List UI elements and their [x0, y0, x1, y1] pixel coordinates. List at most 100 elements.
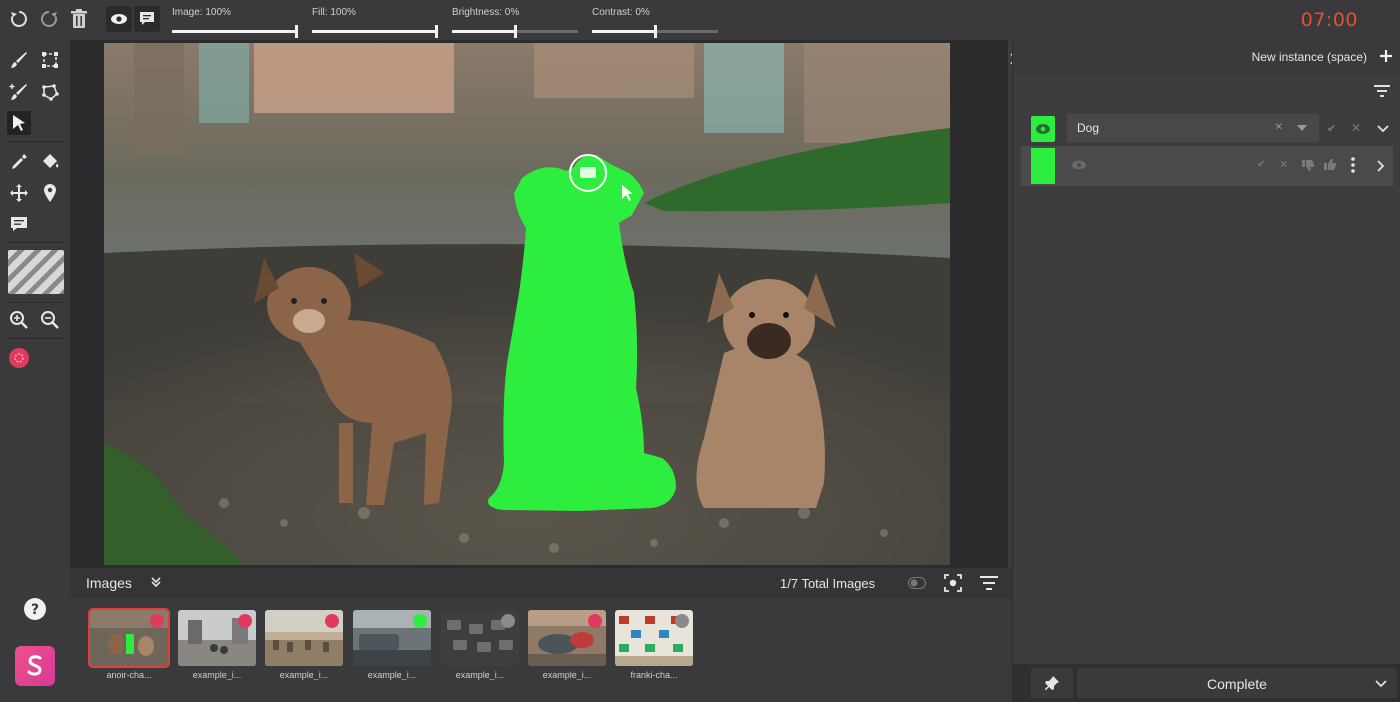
canvas-gutter	[950, 40, 1008, 568]
eyedropper-icon[interactable]	[7, 150, 31, 174]
toggle-icon[interactable]	[908, 577, 926, 589]
pending-badge-icon	[675, 614, 689, 628]
thumbnail-caption: franki-cha...	[630, 670, 678, 680]
thumbnail[interactable]	[178, 610, 256, 666]
pin-icon[interactable]	[38, 181, 62, 205]
top-toolbar: Image: 100% Fill: 100% Brightness: 0% Co…	[0, 0, 1400, 40]
rejected-badge-icon	[325, 614, 339, 628]
image-opacity-label: Image: 100%	[172, 7, 231, 18]
fill-opacity-slider[interactable]: Fill: 100%	[312, 4, 438, 38]
polygon-icon[interactable]	[38, 48, 62, 72]
filter-icon[interactable]	[1374, 84, 1390, 98]
app-logo	[15, 646, 55, 686]
expand-chevron-icon[interactable]	[1377, 125, 1389, 133]
image-opacity-slider[interactable]: Image: 100%	[172, 4, 298, 38]
slider-handle[interactable]	[654, 25, 657, 38]
class-row[interactable]: Dog ✕ ✔ ✕	[1021, 112, 1393, 146]
brightness-slider[interactable]: Brightness: 0%	[452, 4, 578, 38]
new-instance-button[interactable]: New instance (space)	[1252, 50, 1367, 64]
eye-icon[interactable]	[106, 6, 132, 32]
check-icon[interactable]: ✔	[1327, 122, 1336, 135]
brightness-label: Brightness: 0%	[452, 7, 520, 18]
instances-panel: New instance (space) Dog ✕ ✔ ✕ ✔ ✕ Compl…	[1012, 40, 1400, 702]
thumbs-down-icon[interactable]	[1301, 158, 1315, 172]
close-icon[interactable]: ✕	[1279, 158, 1288, 171]
images-title: Images	[86, 575, 132, 591]
thumbnail-caption: anoir-cha...	[106, 670, 152, 680]
bucket-icon[interactable]	[38, 150, 62, 174]
tool-sidebar: ?	[0, 40, 70, 702]
pattern-icon[interactable]	[8, 250, 64, 294]
chevron-down-icon[interactable]	[1375, 680, 1387, 688]
thumbs-up-icon[interactable]	[1323, 158, 1337, 172]
instances-header: New instance (space)	[1013, 40, 1400, 74]
complete-bar: Complete	[1013, 664, 1400, 702]
brush-icon[interactable]	[7, 48, 31, 72]
svg-text:?: ?	[31, 602, 39, 618]
slider-handle[interactable]	[435, 25, 438, 38]
record-icon[interactable]	[7, 346, 31, 370]
thumbnail[interactable]	[265, 610, 343, 666]
image-count: 1/7 Total Images	[780, 576, 876, 591]
thumbnail[interactable]	[88, 608, 170, 668]
polygon-plus-icon[interactable]	[38, 80, 62, 104]
thumbnail[interactable]	[353, 610, 431, 666]
filter-icon[interactable]	[980, 575, 998, 591]
divider	[6, 141, 64, 142]
more-options-icon[interactable]	[1351, 156, 1355, 174]
comment-icon[interactable]	[134, 6, 160, 32]
dogs-photo[interactable]	[104, 43, 950, 565]
images-panel: Images 1/7 Total Images anoir-cha... exa…	[70, 568, 1012, 702]
expand-chevron-icon[interactable]	[150, 576, 162, 588]
chevron-right-icon[interactable]	[1377, 160, 1385, 172]
rejected-badge-icon	[588, 614, 602, 628]
brush-plus-icon[interactable]	[7, 80, 31, 104]
divider	[6, 242, 64, 243]
contrast-slider[interactable]: Contrast: 0%	[592, 4, 718, 38]
trash-icon[interactable]	[66, 6, 92, 32]
rejected-badge-icon	[150, 614, 164, 628]
complete-label: Complete	[1207, 676, 1267, 692]
comment-tool-icon[interactable]	[7, 212, 31, 236]
thumbnail-caption: example_i...	[542, 670, 592, 680]
image-canvas[interactable]	[104, 43, 950, 565]
thumbnail-caption: example_i...	[279, 670, 329, 680]
thumbnail[interactable]	[615, 610, 693, 666]
contrast-label: Contrast: 0%	[592, 7, 650, 18]
slider-handle[interactable]	[295, 25, 298, 38]
class-select[interactable]: Dog ✕	[1067, 114, 1319, 142]
zoom-in-icon[interactable]	[7, 308, 31, 332]
divider	[6, 302, 64, 303]
slider-handle[interactable]	[514, 25, 517, 38]
eye-icon[interactable]	[1071, 160, 1087, 170]
zoom-out-icon[interactable]	[38, 308, 62, 332]
focus-icon[interactable]	[944, 574, 962, 592]
accepted-badge-icon	[413, 614, 427, 628]
images-panel-header: Images 1/7 Total Images	[70, 568, 1012, 598]
class-label: Dog	[1077, 121, 1100, 135]
thumbnail[interactable]	[528, 610, 606, 666]
check-icon[interactable]: ✔	[1257, 159, 1265, 170]
plus-icon[interactable]	[1379, 49, 1393, 63]
clear-icon[interactable]: ✕	[1275, 122, 1283, 133]
pin-button[interactable]	[1031, 668, 1073, 698]
close-icon[interactable]: ✕	[1351, 121, 1361, 135]
instance-row[interactable]: ✔ ✕	[1021, 146, 1393, 186]
move-icon[interactable]	[7, 181, 31, 205]
timer: 07:00	[1300, 9, 1358, 31]
divider	[6, 338, 64, 339]
thumbnail-caption: example_i...	[367, 670, 417, 680]
chevron-down-icon[interactable]	[1297, 125, 1307, 131]
help-icon[interactable]: ?	[23, 597, 47, 621]
pointer-icon[interactable]	[7, 111, 31, 135]
thumbnail[interactable]	[441, 610, 519, 666]
fill-opacity-label: Fill: 100%	[312, 7, 356, 18]
pushpin-icon	[1045, 676, 1059, 690]
redo-icon[interactable]	[36, 6, 62, 32]
instance-color-swatch	[1031, 148, 1055, 184]
undo-icon[interactable]	[6, 6, 32, 32]
complete-button[interactable]: Complete	[1077, 668, 1397, 698]
class-color-swatch[interactable]	[1031, 116, 1055, 142]
annotation-canvas[interactable]	[70, 40, 1008, 568]
rejected-badge-icon	[238, 614, 252, 628]
